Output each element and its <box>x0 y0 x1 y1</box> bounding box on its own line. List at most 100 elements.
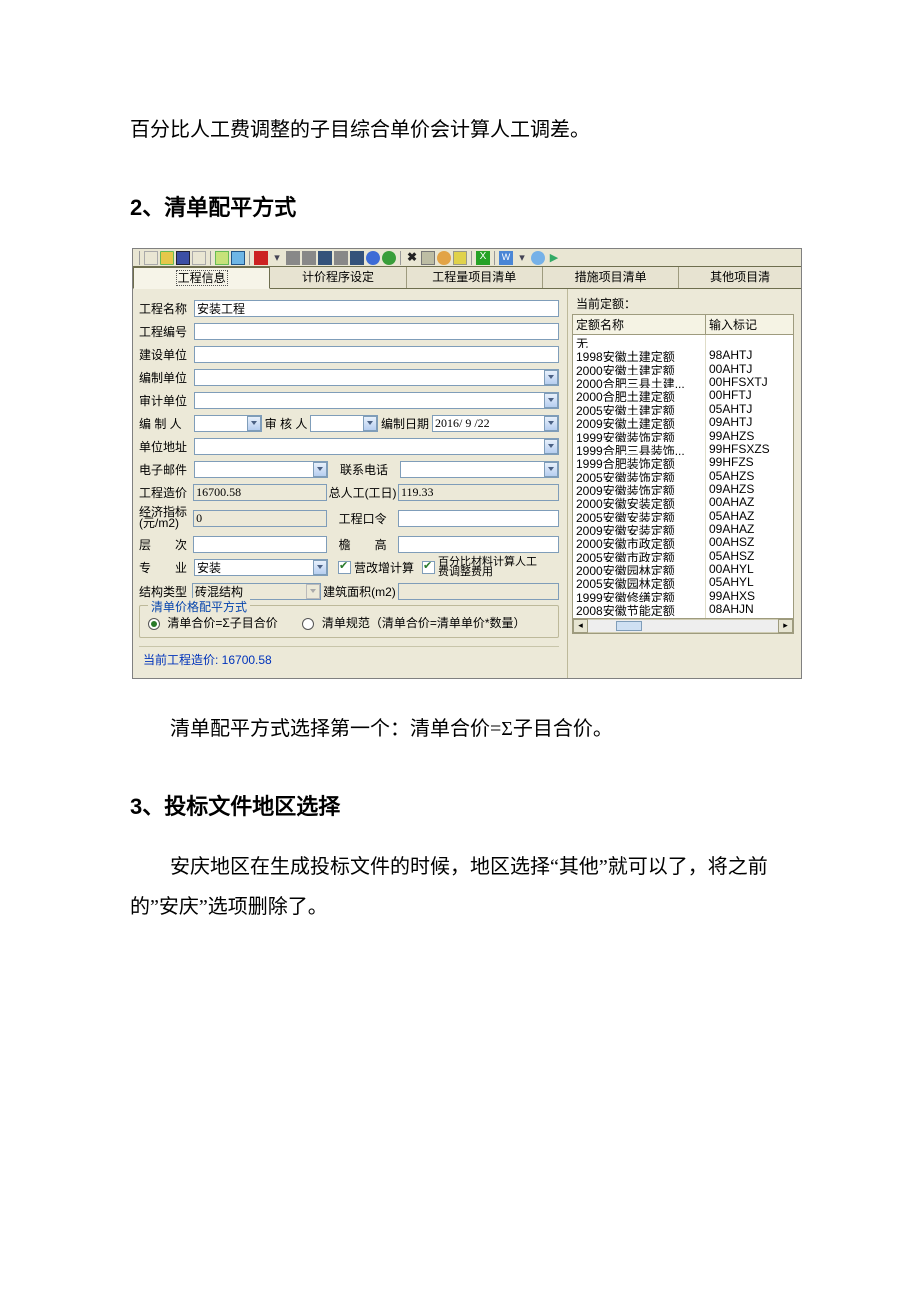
section-2-heading: 2、清单配平方式 <box>130 190 790 222</box>
label-spec: 专 业 <box>139 559 194 576</box>
edit-icon[interactable] <box>215 251 229 265</box>
radio-opt1[interactable] <box>148 618 160 630</box>
label-pwd: 工程口令 <box>327 510 398 527</box>
input-project-no[interactable] <box>194 323 559 340</box>
saveas-icon[interactable] <box>192 251 206 265</box>
grid-header-row: 定额名称 输入标记 <box>573 315 793 335</box>
save-icon[interactable] <box>176 251 190 265</box>
grid-h-scrollbar[interactable]: ◂ ▸ <box>573 618 793 633</box>
table-row[interactable]: 2000合肥三县土建...00HFSXTJ <box>573 375 793 388</box>
word-icon[interactable]: W <box>499 251 513 265</box>
input-eave[interactable] <box>398 536 559 553</box>
word-drop-icon[interactable]: ▾ <box>515 251 529 265</box>
table-row[interactable]: 1999合肥装饰定额99HFZS <box>573 455 793 468</box>
combo-spec[interactable] <box>194 559 328 576</box>
input-pwd[interactable] <box>398 510 559 527</box>
tab-quantity-list[interactable]: 工程量项目清单 <box>407 267 543 288</box>
grid-body[interactable]: 无1998安徽土建定额98AHTJ2000安徽土建定额00AHTJ2000合肥三… <box>573 335 793 618</box>
tab-pricing[interactable]: 计价程序设定 <box>270 267 406 288</box>
table-row[interactable]: 2005安徽装饰定额05AHZS <box>573 469 793 482</box>
bold-icon[interactable]: ✖ <box>405 251 419 265</box>
combo-compile-unit[interactable] <box>194 369 559 386</box>
label-project-name: 工程名称 <box>139 300 194 317</box>
combo-email[interactable] <box>194 461 328 478</box>
table-row[interactable]: 2008安徽节能定额08AHJN <box>573 602 793 615</box>
table-row[interactable]: 2000安徽市政定额00AHSZ <box>573 535 793 548</box>
table-row[interactable]: 2000合肥土建定额00HFTJ <box>573 388 793 401</box>
cell-quota-name: 2000安徽园林定额 <box>573 562 706 575</box>
table-row[interactable]: 1999安徽修缮定额99AHXS <box>573 589 793 602</box>
scroll-thumb[interactable] <box>616 621 642 631</box>
highlight-icon[interactable] <box>453 251 467 265</box>
cut-icon[interactable] <box>231 251 245 265</box>
label-labor: 总人工(工日) <box>327 484 398 501</box>
redo-icon[interactable] <box>382 251 396 265</box>
undo-icon[interactable] <box>366 251 380 265</box>
copy-icon[interactable] <box>286 251 300 265</box>
scroll-track[interactable] <box>588 619 778 633</box>
col-quota-name[interactable]: 定额名称 <box>573 315 706 334</box>
table-row[interactable]: 2005安徽园林定额05AHYL <box>573 575 793 588</box>
cell-input-code <box>706 335 792 348</box>
combo-date[interactable] <box>432 415 559 432</box>
label-struct: 结构类型 <box>139 583 192 600</box>
checkbox-pct-labor[interactable] <box>422 561 435 574</box>
input-eco <box>193 510 327 527</box>
table-row[interactable]: 2000安徽土建定额00AHTJ <box>573 362 793 375</box>
combo-compiler[interactable] <box>194 415 262 432</box>
col-input-code[interactable]: 输入标记 <box>706 315 792 334</box>
input-project-name[interactable] <box>194 300 559 317</box>
table-row[interactable]: 2000安徽安装定额00AHAZ <box>573 495 793 508</box>
label-reviewer: 审 核 人 <box>262 415 310 432</box>
open-icon[interactable] <box>160 251 174 265</box>
combo-reviewer[interactable] <box>310 415 378 432</box>
excel-icon[interactable]: X <box>476 251 490 265</box>
help-icon[interactable] <box>531 251 545 265</box>
close-icon[interactable] <box>254 251 268 265</box>
table-row[interactable]: 2005安徽市政定额05AHSZ <box>573 549 793 562</box>
print-icon[interactable] <box>421 251 435 265</box>
tab-other[interactable]: 其他项目清 <box>679 267 801 288</box>
radio-opt1-wrap[interactable]: 清单合价=Σ子目合价 <box>148 616 281 630</box>
table-row[interactable]: 1998安徽土建定额98AHTJ <box>573 348 793 361</box>
tool-icon-3[interactable] <box>350 251 364 265</box>
table-row[interactable]: 无 <box>573 335 793 348</box>
table-row[interactable]: 2009安徽安装定额09AHAZ <box>573 522 793 535</box>
table-row[interactable]: 2012安徽抗震加固...12JG <box>573 616 793 618</box>
table-row[interactable]: 1999安徽装饰定额99AHZS <box>573 429 793 442</box>
section-2-number: 2 <box>130 195 142 220</box>
combo-address[interactable] <box>194 438 559 455</box>
gear-icon[interactable] <box>437 251 451 265</box>
table-row[interactable]: 1999合肥三县装饰...99HFSXZS <box>573 442 793 455</box>
new-icon[interactable] <box>144 251 158 265</box>
cell-input-code: 99HFZS <box>706 455 792 468</box>
right-arrow-icon[interactable]: ▶ <box>547 251 561 265</box>
tool-icon-2[interactable] <box>334 251 348 265</box>
checkbox-vat[interactable] <box>338 561 351 574</box>
scroll-right-icon[interactable]: ▸ <box>778 619 793 633</box>
input-area <box>398 583 559 600</box>
quota-title: 当前定额： <box>576 295 801 312</box>
cell-input-code: 05AHSZ <box>706 549 792 562</box>
table-row[interactable]: 2009安徽装饰定额09AHZS <box>573 482 793 495</box>
dropdown-icon[interactable]: ▾ <box>270 251 284 265</box>
cell-quota-name: 1999安徽修缮定额 <box>573 589 706 602</box>
input-build-unit[interactable] <box>194 346 559 363</box>
combo-phone[interactable] <box>400 461 559 478</box>
quota-grid: 定额名称 输入标记 无1998安徽土建定额98AHTJ2000安徽土建定额00A… <box>572 314 794 634</box>
tab-project-info[interactable]: 工程信息 <box>133 267 270 289</box>
cell-quota-name: 1999合肥装饰定额 <box>573 455 706 468</box>
scroll-left-icon[interactable]: ◂ <box>573 619 588 633</box>
tool-icon-1[interactable] <box>318 251 332 265</box>
table-row[interactable]: 2005安徽安装定额05AHAZ <box>573 509 793 522</box>
cell-input-code: 05AHTJ <box>706 402 792 415</box>
combo-audit-unit[interactable] <box>194 392 559 409</box>
table-row[interactable]: 2005安徽土建定额05AHTJ <box>573 402 793 415</box>
table-row[interactable]: 2000安徽园林定额00AHYL <box>573 562 793 575</box>
radio-opt2-wrap[interactable]: 清单规范（清单合价=清单单价*数量） <box>302 616 525 630</box>
paste-icon[interactable] <box>302 251 316 265</box>
radio-opt2[interactable] <box>302 618 314 630</box>
tab-measures[interactable]: 措施项目清单 <box>543 267 679 288</box>
input-floor[interactable] <box>193 536 327 553</box>
table-row[interactable]: 2009安徽土建定额09AHTJ <box>573 415 793 428</box>
